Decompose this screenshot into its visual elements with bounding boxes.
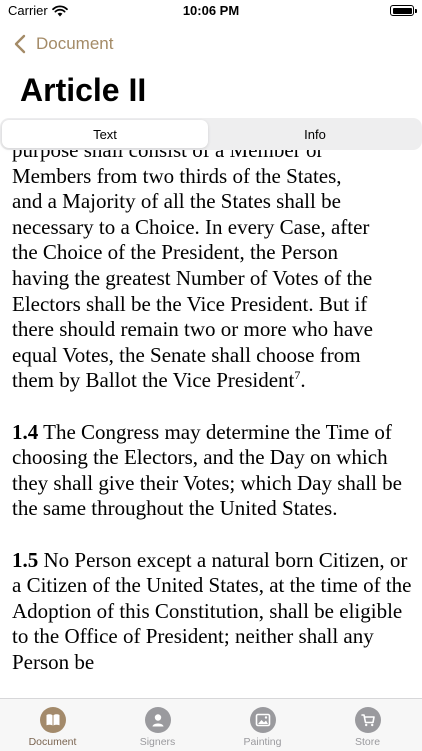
tab-store[interactable]: Store xyxy=(315,699,420,751)
battery-icon xyxy=(390,5,417,16)
status-bar: Carrier 10:06 PM xyxy=(0,0,422,24)
text-line: there should remain two or more who have xyxy=(12,317,373,342)
tab-label: Store xyxy=(354,736,381,748)
text-line: Members from two thirds of the States, xyxy=(12,163,342,188)
segmented-control: Text Info xyxy=(0,118,422,150)
back-button[interactable]: Document xyxy=(10,32,113,56)
section-number: 1.5 xyxy=(12,547,39,572)
page-title: Article II xyxy=(20,72,147,108)
section-number: 1.4 xyxy=(12,419,39,444)
text-line: equal Votes, the Senate shall choose fro… xyxy=(12,342,361,367)
section-text: No Person except a natural born Citizen,… xyxy=(12,547,412,674)
back-label: Document xyxy=(36,34,114,53)
tab-painting[interactable]: Painting xyxy=(210,699,315,751)
text-line: necessary to a Choice. In every Case, af… xyxy=(12,214,370,239)
section-1-4: 1.4 The Congress may determine the Time … xyxy=(12,420,412,522)
segment-text[interactable]: Text xyxy=(2,120,208,148)
text-line: and a Majority of all the States shall b… xyxy=(12,189,341,214)
section-text: The Congress may determine the Time of c… xyxy=(12,419,402,521)
tab-signers[interactable]: Signers xyxy=(105,699,210,751)
tab-label: Document xyxy=(28,736,77,748)
book-icon xyxy=(39,707,66,733)
document-text-view[interactable]: purpose shall consist of a Member or Mem… xyxy=(0,150,422,698)
tab-document[interactable]: Document xyxy=(0,699,105,751)
text-line: purpose shall consist of a Member or xyxy=(12,150,324,162)
text-line: having the greatest Number of Votes of t… xyxy=(12,265,373,290)
tab-label: Painting xyxy=(243,736,282,748)
section-1-5: 1.5 No Person except a natural born Citi… xyxy=(12,548,412,676)
text-punct: . xyxy=(300,368,306,393)
segment-info[interactable]: Info xyxy=(212,120,418,148)
article-paragraph: purpose shall consist of a Member or Mem… xyxy=(12,150,412,394)
cart-icon xyxy=(354,707,381,733)
text-line: Electors shall be the Vice President. Bu… xyxy=(12,291,368,316)
text-line: them by Ballot the Vice President xyxy=(12,368,295,393)
tab-label: Signers xyxy=(139,736,176,748)
clock: 10:06 PM xyxy=(182,3,240,18)
tab-bar: Document Signers Painting Store xyxy=(0,698,422,751)
chevron-left-icon xyxy=(14,34,26,54)
person-icon xyxy=(144,707,171,733)
text-line: the Choice of the President, the Person xyxy=(12,240,339,265)
painting-icon xyxy=(249,707,276,733)
